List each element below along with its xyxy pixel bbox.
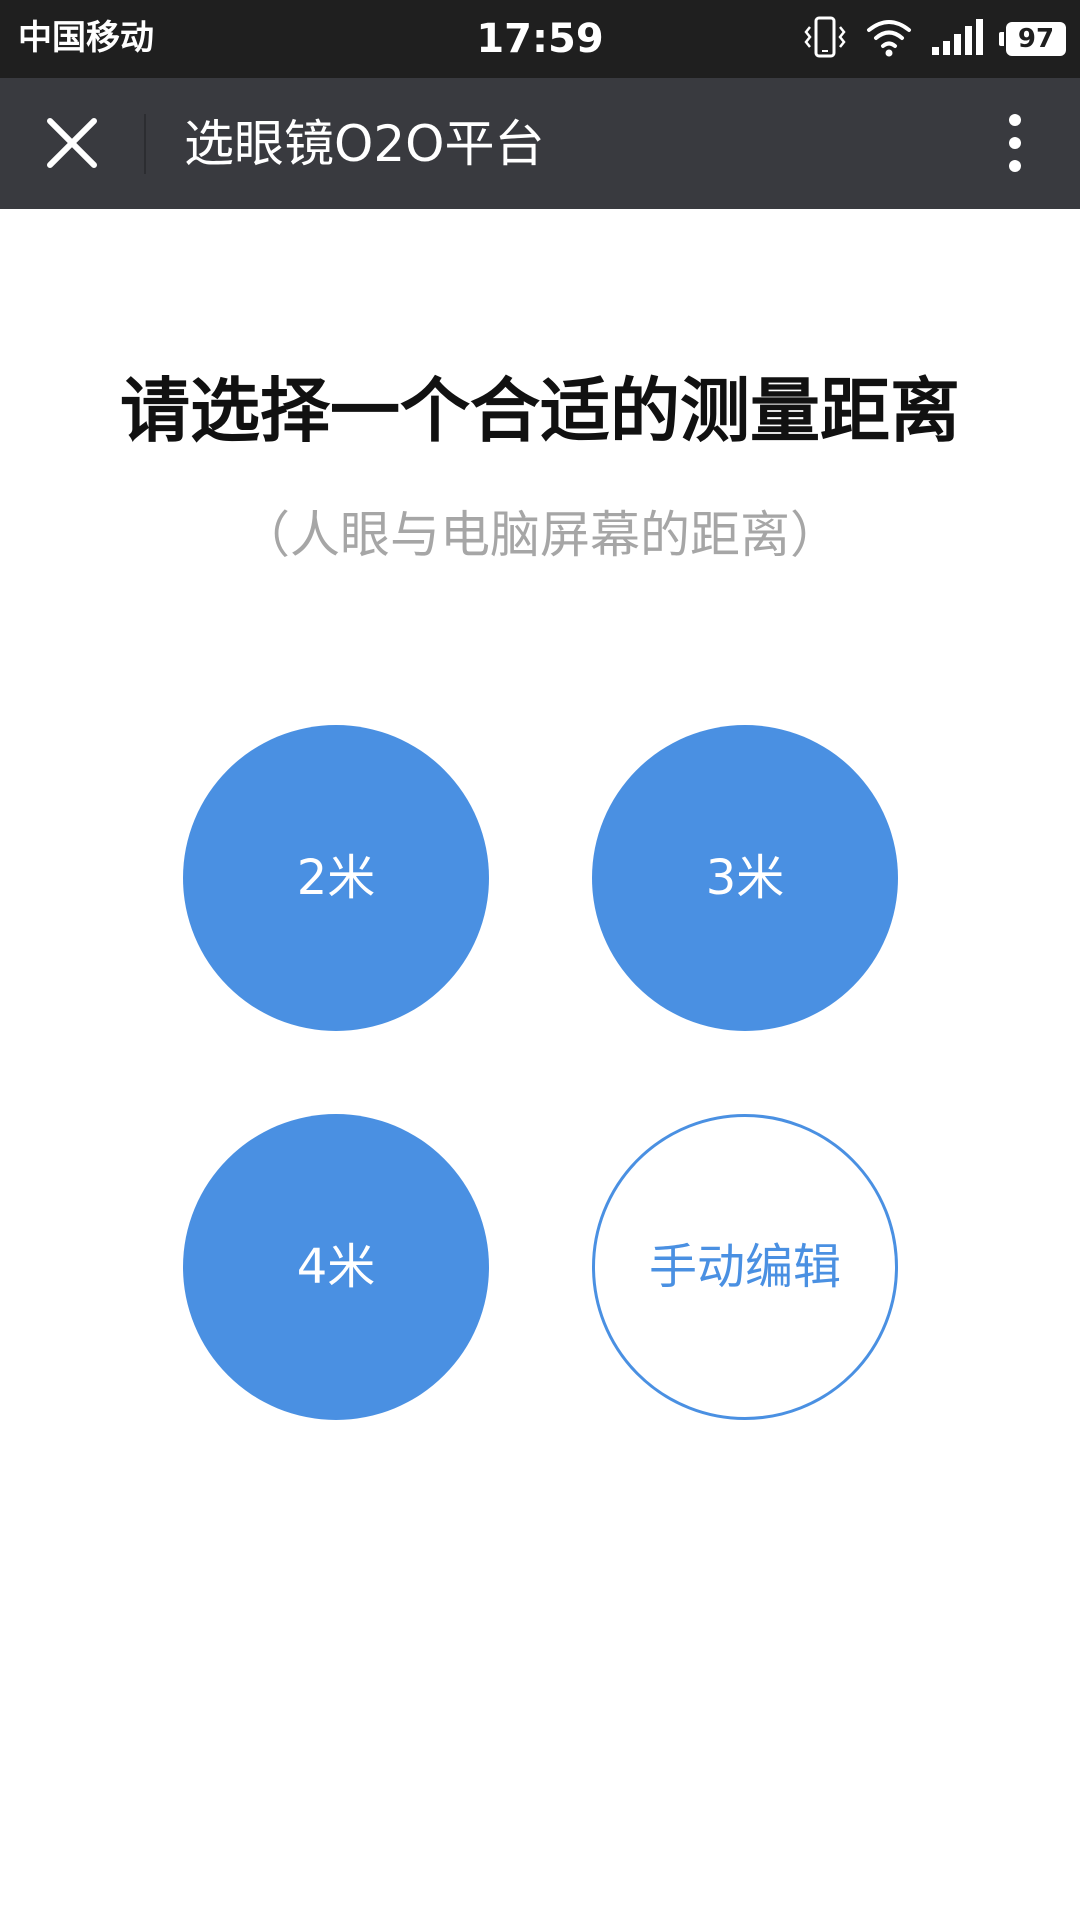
page-title: 选眼镜O2O平台: [184, 115, 545, 173]
close-icon: [46, 117, 98, 173]
more-button[interactable]: [990, 108, 1040, 182]
more-vertical-icon: [1007, 112, 1023, 178]
distance-3m-button[interactable]: 3米: [592, 725, 898, 1031]
vibrate-icon: [802, 15, 848, 63]
close-button[interactable]: [30, 103, 114, 187]
distance-2m-button[interactable]: 2米: [183, 725, 489, 1031]
status-icons: 97: [802, 14, 1066, 64]
manual-edit-button[interactable]: 手动编辑: [592, 1114, 898, 1420]
distance-4m-button[interactable]: 4米: [183, 1114, 489, 1420]
wifi-icon: [866, 17, 912, 61]
nav-divider: [144, 114, 146, 174]
nav-bar: 选眼镜O2O平台: [0, 78, 1080, 209]
status-bar: 中国移动 17:59 97: [0, 0, 1080, 78]
battery-icon: 97: [999, 22, 1066, 56]
heading: 请选择一个合适的测量距离: [120, 370, 960, 452]
screen: 中国移动 17:59 97 选眼镜O2O平台 请选择一个合适的测量距离 （人眼与…: [0, 0, 1080, 1920]
signal-icon: [930, 17, 988, 61]
subheading: （人眼与电脑屏幕的距离）: [240, 506, 840, 564]
